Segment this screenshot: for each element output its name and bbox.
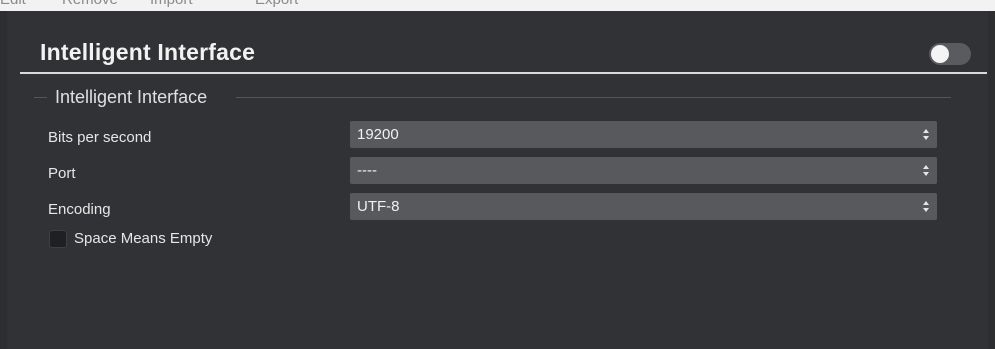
toolbar-item-remove[interactable]: Remove <box>62 0 118 8</box>
port-value: ---- <box>357 162 377 179</box>
panel-title: Intelligent Interface <box>40 39 256 65</box>
toolbar-item-export[interactable]: Export <box>255 0 298 8</box>
select-arrows-icon <box>923 165 929 176</box>
toolbar-item-edit[interactable]: Edit <box>0 0 26 8</box>
bits-per-second-value: 19200 <box>357 126 399 143</box>
bits-per-second-select[interactable]: 19200 <box>350 121 937 148</box>
fieldset-border-left <box>34 97 47 98</box>
toolbar-item-import[interactable]: Import <box>150 0 193 8</box>
bits-per-second-label: Bits per second <box>48 129 152 146</box>
intelligent-interface-panel: Intelligent Interface Intelligent Interf… <box>7 11 988 349</box>
header-divider <box>20 72 987 74</box>
encoding-select[interactable]: UTF-8 <box>350 193 937 220</box>
select-arrows-icon <box>923 201 929 212</box>
toggle-knob <box>931 45 949 63</box>
space-means-empty-label: Space Means Empty <box>74 230 213 247</box>
port-select[interactable]: ---- <box>350 157 937 184</box>
top-toolbar: Edit Remove Import Export <box>0 0 995 11</box>
fieldset-border-right <box>236 97 951 98</box>
port-label: Port <box>48 165 76 182</box>
encoding-value: UTF-8 <box>357 198 400 215</box>
encoding-label: Encoding <box>48 201 111 218</box>
panel-header: Intelligent Interface <box>7 11 988 72</box>
fieldset-legend: Intelligent Interface <box>55 87 208 107</box>
space-means-empty-checkbox[interactable] <box>49 230 67 248</box>
enable-toggle[interactable] <box>929 43 971 65</box>
select-arrows-icon <box>923 129 929 140</box>
